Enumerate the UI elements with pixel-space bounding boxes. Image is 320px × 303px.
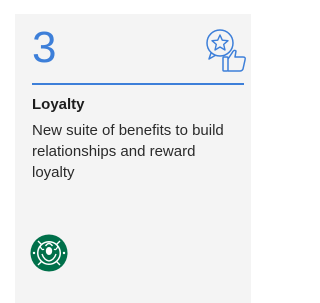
starbucks-logo <box>30 234 68 272</box>
star-thumbs-up-icon <box>206 29 246 72</box>
card-description: New suite of benefits to build relations… <box>32 122 224 181</box>
card-number: 3 <box>32 23 57 72</box>
card-title: Loyalty <box>32 96 85 113</box>
section-divider <box>32 83 244 85</box>
loyalty-card: 3 Loyalty New suite of benefits to build… <box>15 14 251 303</box>
